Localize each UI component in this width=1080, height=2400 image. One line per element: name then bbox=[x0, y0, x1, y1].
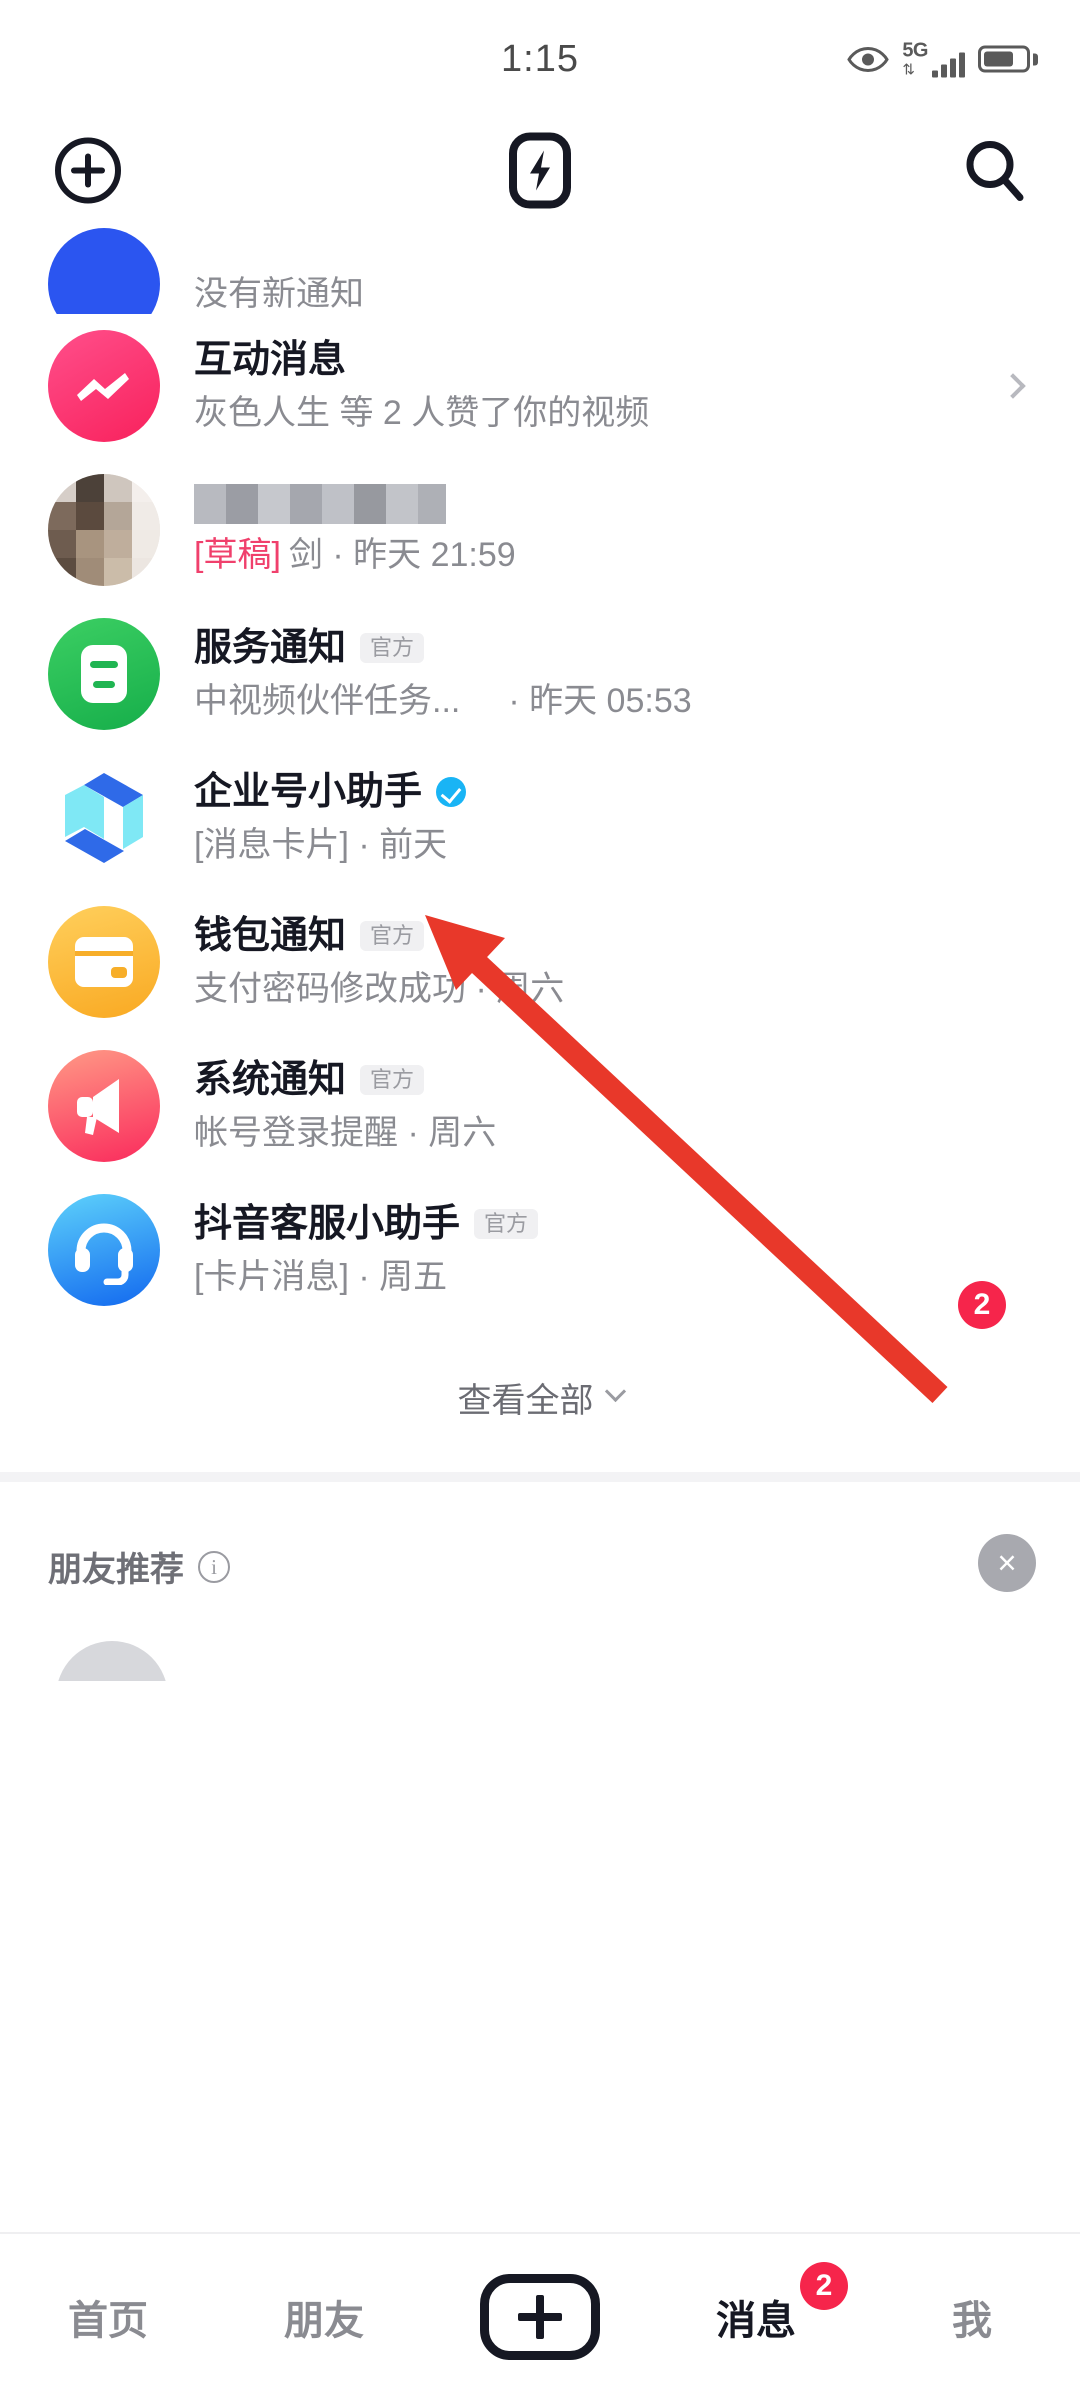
friend-recommend-section: 朋友推荐 i × bbox=[0, 1482, 1080, 1681]
nav-badge: 2 bbox=[800, 2262, 848, 2310]
headset-icon bbox=[75, 1223, 133, 1285]
message-preview: 中视频伙伴任务... · 昨天 05:53 bbox=[194, 682, 692, 721]
view-all-button[interactable]: 查看全部 bbox=[0, 1322, 1080, 1472]
message-name-censored bbox=[194, 484, 1080, 525]
avatar bbox=[48, 330, 160, 442]
megaphone-icon bbox=[77, 1079, 119, 1135]
lightning-box-icon bbox=[509, 132, 571, 209]
flash-chat-button[interactable] bbox=[509, 132, 571, 214]
add-friend-button[interactable] bbox=[52, 135, 124, 212]
nav-label: 消息 bbox=[716, 2299, 796, 2343]
list-item[interactable]: 钱包通知 官方 支付密码修改成功 · 周六 bbox=[0, 890, 1080, 1034]
list-item[interactable]: [草稿] 剑 · 昨天 21:59 bbox=[0, 458, 1080, 602]
verified-badge-icon bbox=[436, 777, 467, 808]
message-name: 企业号小助手 bbox=[194, 770, 423, 813]
message-name: 钱包通知 bbox=[194, 914, 347, 957]
network-indicator: 5G ⇅ bbox=[902, 41, 965, 78]
nav-item-create[interactable] bbox=[432, 2274, 648, 2360]
list-item[interactable]: 没有新通知 bbox=[0, 228, 1080, 314]
list-item[interactable]: 服务通知 官方 中视频伙伴任务... · 昨天 05:53 bbox=[0, 602, 1080, 746]
annotation-callout-badge: 2 bbox=[958, 1281, 1006, 1329]
list-item[interactable]: 抖音客服小助手 官方 [卡片消息] · 周五 bbox=[0, 1178, 1080, 1322]
status-bar-indicators: 5G ⇅ bbox=[847, 41, 1038, 78]
mosaic-redaction bbox=[194, 484, 446, 525]
message-preview: 灰色人生 等 2 人赞了你的视频 bbox=[194, 394, 650, 433]
message-name: 系统通知 bbox=[194, 1058, 347, 1101]
nav-label: 我 bbox=[952, 2299, 992, 2343]
avatar bbox=[48, 1050, 160, 1162]
close-icon[interactable]: × bbox=[978, 1534, 1036, 1592]
message-preview: 没有新通知 bbox=[194, 274, 364, 313]
avatar bbox=[48, 1194, 160, 1306]
network-type-label: 5G bbox=[902, 39, 928, 62]
bottom-navigation: 首页 朋友 消息 2 我 bbox=[0, 2232, 1080, 2400]
nav-label: 朋友 bbox=[284, 2299, 364, 2343]
message-preview: [卡片消息] · 周五 bbox=[194, 1258, 448, 1297]
plus-icon bbox=[480, 2274, 600, 2360]
circle-plus-icon bbox=[55, 137, 121, 204]
friend-recommend-title: 朋友推荐 bbox=[48, 1551, 184, 1589]
interaction-flash-icon bbox=[77, 373, 129, 401]
official-badge: 官方 bbox=[360, 921, 425, 952]
official-badge: 官方 bbox=[474, 1209, 539, 1240]
avatar bbox=[48, 228, 160, 314]
mailbox-icon bbox=[81, 645, 127, 703]
draft-tag: [草稿] bbox=[194, 536, 281, 575]
message-preview: [消息卡片] · 前天 bbox=[194, 826, 448, 865]
avatar bbox=[48, 474, 160, 586]
message-name: 互动消息 bbox=[194, 338, 347, 381]
friend-recommend-header: 朋友推荐 i bbox=[48, 1542, 1032, 1591]
search-button[interactable] bbox=[960, 136, 1030, 211]
nav-item-home[interactable]: 首页 bbox=[0, 2288, 216, 2346]
avatar bbox=[48, 906, 160, 1018]
eye-icon bbox=[847, 46, 890, 72]
battery-icon bbox=[978, 45, 1038, 73]
nav-item-friends[interactable]: 朋友 bbox=[216, 2288, 432, 2346]
official-badge: 官方 bbox=[360, 1065, 425, 1096]
status-bar-time: 1:15 bbox=[501, 37, 579, 80]
nav-item-messages[interactable]: 消息 2 bbox=[648, 2262, 864, 2346]
photo-avatar-blurred bbox=[48, 474, 160, 586]
top-toolbar bbox=[0, 118, 1080, 228]
signal-bars-icon bbox=[932, 50, 965, 78]
nav-label: 首页 bbox=[68, 2299, 148, 2343]
message-name: 抖音客服小助手 bbox=[194, 1202, 461, 1245]
message-preview: 帐号登录提醒 · 周六 bbox=[194, 1114, 497, 1153]
chevron-down-icon bbox=[604, 1380, 626, 1402]
avatar bbox=[48, 762, 160, 874]
official-badge: 官方 bbox=[360, 633, 425, 664]
view-all-label: 查看全部 bbox=[457, 1381, 594, 1420]
nav-item-profile[interactable]: 我 bbox=[864, 2288, 1080, 2346]
message-preview: 支付密码修改成功 · 周六 bbox=[194, 970, 565, 1009]
list-item[interactable]: 系统通知 官方 帐号登录提醒 · 周六 bbox=[0, 1034, 1080, 1178]
info-icon[interactable]: i bbox=[198, 1550, 230, 1583]
message-name: 服务通知 bbox=[194, 626, 347, 669]
avatar bbox=[48, 618, 160, 730]
wallet-icon bbox=[75, 937, 133, 987]
list-item[interactable]: 企业号小助手 [消息卡片] · 前天 bbox=[0, 746, 1080, 890]
list-item[interactable]: 互动消息 灰色人生 等 2 人赞了你的视频 bbox=[0, 314, 1080, 458]
friend-recommend-avatar-peek bbox=[56, 1641, 168, 1681]
status-bar: 1:15 5G ⇅ bbox=[0, 0, 1080, 118]
data-arrows-icon: ⇅ bbox=[902, 61, 915, 79]
message-list: 没有新通知 互动消息 灰色人生 等 2 人赞了你的视频 [草稿] 剑 · 昨天 … bbox=[0, 228, 1080, 1322]
search-icon bbox=[966, 141, 1024, 201]
enterprise-cube-icon bbox=[65, 773, 143, 863]
section-divider bbox=[0, 1472, 1080, 1482]
message-preview: [草稿] 剑 · 昨天 21:59 bbox=[194, 536, 516, 575]
